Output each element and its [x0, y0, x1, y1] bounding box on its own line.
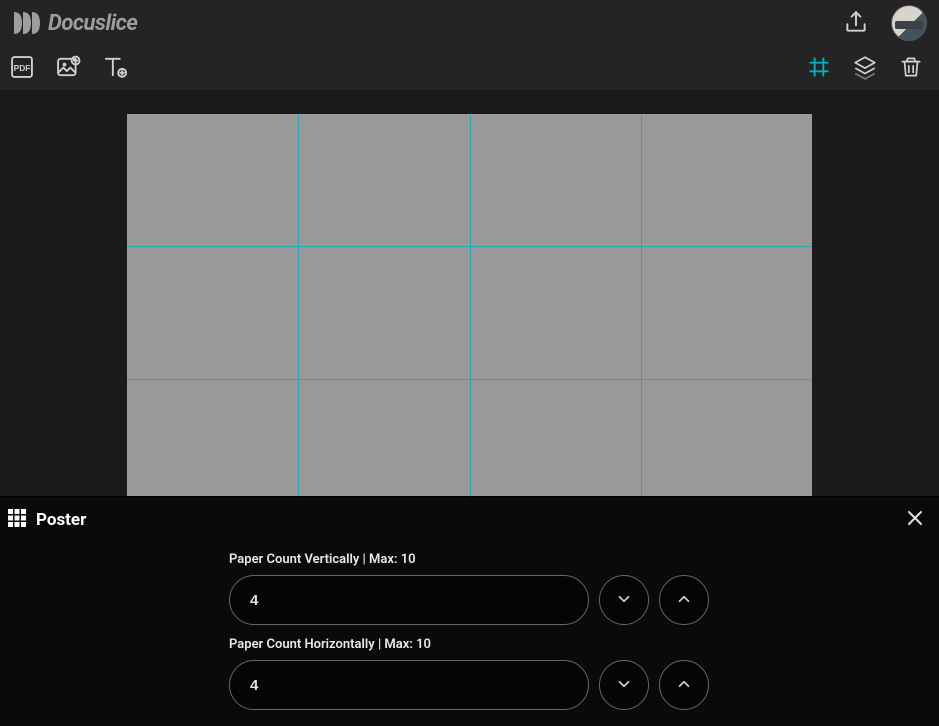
paper-count-vertical-decrement[interactable] [599, 575, 649, 625]
app-name: Docuslice [48, 11, 137, 36]
app-header: Docuslice [0, 0, 939, 46]
paper-count-horizontal-field: Paper Count Horizontally | Max: 10 [229, 637, 709, 710]
poster-panel-body: Paper Count Vertically | Max: 10 Paper C… [0, 542, 939, 726]
chevron-up-icon [675, 590, 693, 611]
add-text-icon [100, 53, 128, 84]
toolbar-left: PDF [6, 52, 130, 84]
paper-count-vertical-field: Paper Count Vertically | Max: 10 [229, 552, 709, 625]
paper-count-vertical-increment[interactable] [659, 575, 709, 625]
add-text-button[interactable] [98, 52, 130, 84]
poster-canvas[interactable] [127, 114, 812, 496]
editor-toolbar: PDF [0, 46, 939, 90]
grid-line [641, 114, 642, 496]
grid-line [298, 114, 299, 496]
poster-panel: Poster Paper Count Vertically | Max: 10 [0, 496, 939, 726]
paper-count-horizontal-decrement[interactable] [599, 660, 649, 710]
poster-panel-title: Poster [36, 510, 86, 530]
trash-button[interactable] [895, 52, 927, 84]
user-avatar[interactable] [891, 5, 927, 41]
paper-count-horizontal-label: Paper Count Horizontally | Max: 10 [229, 637, 709, 652]
grid-line [127, 379, 812, 380]
svg-text:PDF: PDF [14, 63, 31, 73]
chevron-down-icon [615, 675, 633, 696]
logo: Docuslice [10, 8, 137, 38]
close-icon [905, 508, 925, 532]
editor-stage[interactable] [0, 90, 939, 496]
poster-title-wrap: Poster [8, 509, 86, 531]
grid-toggle-button[interactable] [803, 52, 835, 84]
grid-line [470, 114, 471, 496]
layers-button[interactable] [849, 52, 881, 84]
share-button[interactable] [843, 9, 869, 38]
add-image-button[interactable] [52, 52, 84, 84]
toolbar-right [803, 52, 927, 84]
paper-count-vertical-input[interactable] [229, 575, 589, 625]
poster-panel-header: Poster [0, 497, 939, 542]
add-image-icon [54, 53, 82, 84]
header-actions [843, 5, 927, 41]
share-icon [843, 9, 869, 38]
chevron-up-icon [675, 675, 693, 696]
chevron-down-icon [615, 590, 633, 611]
poster-close-button[interactable] [905, 508, 925, 532]
poster-grid-icon [8, 509, 26, 531]
pdf-icon: PDF [8, 53, 36, 84]
paper-count-horizontal-increment[interactable] [659, 660, 709, 710]
layers-icon [852, 54, 878, 83]
logo-mark-icon [10, 8, 40, 38]
grid-icon [806, 54, 832, 83]
grid-line [127, 246, 812, 247]
paper-count-horizontal-input[interactable] [229, 660, 589, 710]
paper-count-vertical-label: Paper Count Vertically | Max: 10 [229, 552, 709, 567]
trash-icon [898, 54, 924, 83]
add-pdf-button[interactable]: PDF [6, 52, 38, 84]
